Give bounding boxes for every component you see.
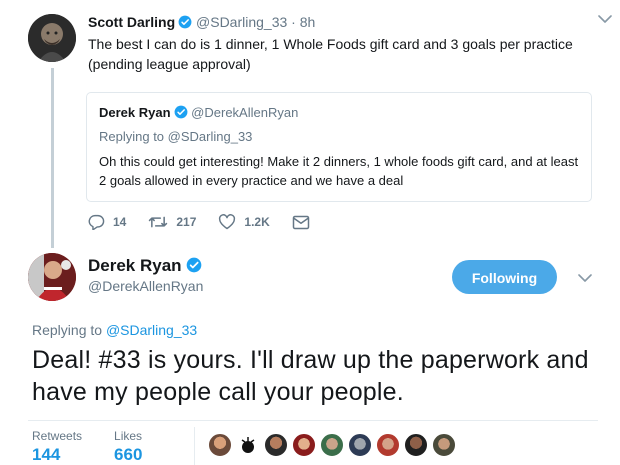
liker-avatar[interactable] xyxy=(208,433,232,457)
retweets-stat[interactable]: Retweets 144 xyxy=(32,429,82,465)
quoted-author-name: Derek Ryan xyxy=(99,105,171,120)
verified-badge-icon xyxy=(178,15,192,29)
main-replying-handle[interactable]: @SDarling_33 xyxy=(106,322,197,338)
main-replying-to: Replying to @SDarling_33 xyxy=(32,322,197,338)
stats-separator xyxy=(194,427,195,465)
retweets-label: Retweets xyxy=(32,429,83,443)
avatar-derek-ryan[interactable] xyxy=(28,253,76,301)
parent-tweet-actions: 14 217 1.2K xyxy=(88,214,340,230)
parent-tweet[interactable]: Scott Darling @SDarling_33 · 8h The best… xyxy=(88,13,600,74)
main-author-name[interactable]: Derek Ryan xyxy=(88,256,202,276)
retweet-icon xyxy=(149,216,168,228)
parent-tweet-header: Scott Darling @SDarling_33 · 8h xyxy=(88,13,600,31)
verified-badge-icon xyxy=(174,105,187,119)
retweets-value: 144 xyxy=(32,445,61,464)
quoted-replying-handle: @SDarling_33 xyxy=(167,129,253,144)
like-button[interactable]: 1.2K xyxy=(218,214,270,230)
liker-avatar[interactable] xyxy=(404,433,428,457)
liker-avatar[interactable] xyxy=(320,433,344,457)
main-author-name-text: Derek Ryan xyxy=(88,256,182,275)
liker-avatar[interactable] xyxy=(348,433,372,457)
quoted-replying-prefix: Replying to xyxy=(99,129,168,144)
liker-avatar[interactable] xyxy=(264,433,288,457)
retweet-count: 217 xyxy=(176,215,197,229)
quoted-replying-to: Replying to @SDarling_33 xyxy=(99,129,579,144)
parent-tweet-text: The best I can do is 1 dinner, 1 Whole F… xyxy=(88,36,573,72)
liker-avatar[interactable] xyxy=(292,433,316,457)
liker-avatar[interactable] xyxy=(236,433,260,457)
liker-avatars xyxy=(208,433,460,457)
likes-stat[interactable]: Likes 660 xyxy=(114,429,142,465)
tweet-page: Scott Darling @SDarling_33 · 8h The best… xyxy=(0,0,620,465)
likes-value: 660 xyxy=(114,445,143,464)
parent-tweet-time[interactable]: 8h xyxy=(300,14,316,30)
following-button[interactable]: Following xyxy=(452,260,557,294)
quoted-tweet-text: Oh this could get interesting! Make it 2… xyxy=(99,154,579,188)
like-count: 1.2K xyxy=(244,215,270,229)
reply-button[interactable]: 14 xyxy=(88,214,126,230)
reply-icon xyxy=(88,214,105,230)
direct-message-icon xyxy=(292,215,309,229)
verified-badge-icon xyxy=(186,257,201,273)
main-replying-prefix: Replying to xyxy=(32,322,106,338)
retweet-button[interactable]: 217 xyxy=(148,214,196,230)
avatar-scott-darling[interactable] xyxy=(28,14,76,62)
main-author-handle[interactable]: @DerekAllenRyan xyxy=(88,278,203,294)
stats-divider xyxy=(28,420,598,421)
like-icon xyxy=(219,214,236,230)
likes-label: Likes xyxy=(114,429,143,443)
parent-author-name[interactable]: Scott Darling xyxy=(88,14,175,30)
quoted-author-handle: @DerekAllenRyan xyxy=(191,105,299,120)
chevron-down-icon[interactable] xyxy=(578,273,592,283)
quoted-tweet-card[interactable]: Derek Ryan @DerekAllenRyan Replying to @… xyxy=(86,92,592,202)
main-tweet-text: Deal! #33 is yours. I'll draw up the pap… xyxy=(32,346,589,406)
quoted-tweet-header: Derek Ryan @DerekAllenRyan xyxy=(99,104,579,121)
dot-separator: · xyxy=(291,14,296,30)
parent-author-handle[interactable]: @SDarling_33 xyxy=(196,14,287,30)
liker-avatar[interactable] xyxy=(376,433,400,457)
reply-count: 14 xyxy=(113,215,127,229)
tweet-stats: Retweets 144 Likes 660 xyxy=(32,429,174,465)
direct-message-button[interactable] xyxy=(292,215,318,230)
chevron-down-icon[interactable] xyxy=(598,14,612,24)
thread-connector-line xyxy=(51,68,54,248)
liker-avatar[interactable] xyxy=(432,433,456,457)
